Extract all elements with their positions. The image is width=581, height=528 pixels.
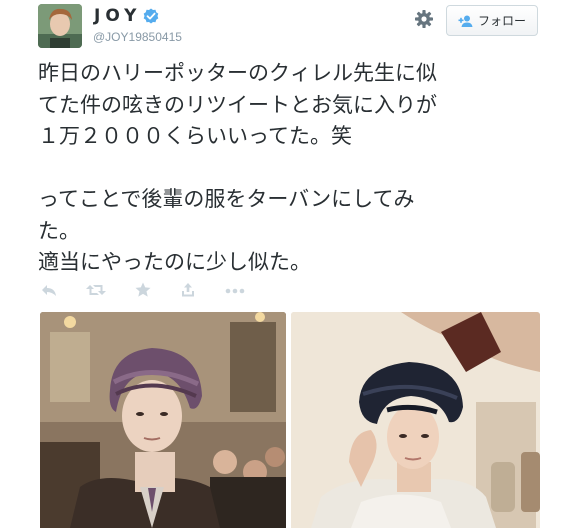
user-handle[interactable]: @JOY19850415	[93, 30, 182, 44]
tweet-line: 昨日のハリーポッターのクィレル先生に似	[38, 61, 437, 85]
favorite-star-icon[interactable]	[134, 281, 152, 299]
more-icon[interactable]	[224, 281, 246, 299]
tweet-line: １万２０００くらいいってた。笑	[38, 124, 352, 148]
follow-button-label: フォロー	[477, 14, 526, 28]
add-user-icon	[458, 15, 473, 27]
tweet-line: てた件の呟きのリツイートとお気に入りが	[38, 92, 437, 117]
verified-badge-icon	[143, 8, 159, 24]
display-name[interactable]: JOY	[94, 6, 141, 26]
tweet-photo-left[interactable]	[40, 312, 286, 528]
tweet-line: ってことで後輩の服をターバンにしてみ	[38, 187, 415, 211]
avatar[interactable]	[38, 4, 82, 48]
reply-icon[interactable]	[40, 281, 58, 299]
tweet-line: 適当にやったのに少し似た。	[38, 250, 311, 274]
photo-right-image	[291, 312, 540, 528]
tweet-text: 昨日のハリーポッターのクィレル先生に似 てた件の呟きのリツイートとお気に入りが …	[38, 58, 578, 279]
retweet-icon[interactable]	[85, 281, 107, 299]
photo-left-image	[40, 312, 286, 528]
share-icon[interactable]	[179, 281, 197, 299]
gear-icon[interactable]	[414, 9, 434, 29]
avatar-image	[38, 4, 82, 48]
follow-button[interactable]: フォロー	[446, 5, 538, 36]
tweet-line: た。	[38, 218, 80, 243]
tweet-photo-right[interactable]	[291, 312, 540, 528]
